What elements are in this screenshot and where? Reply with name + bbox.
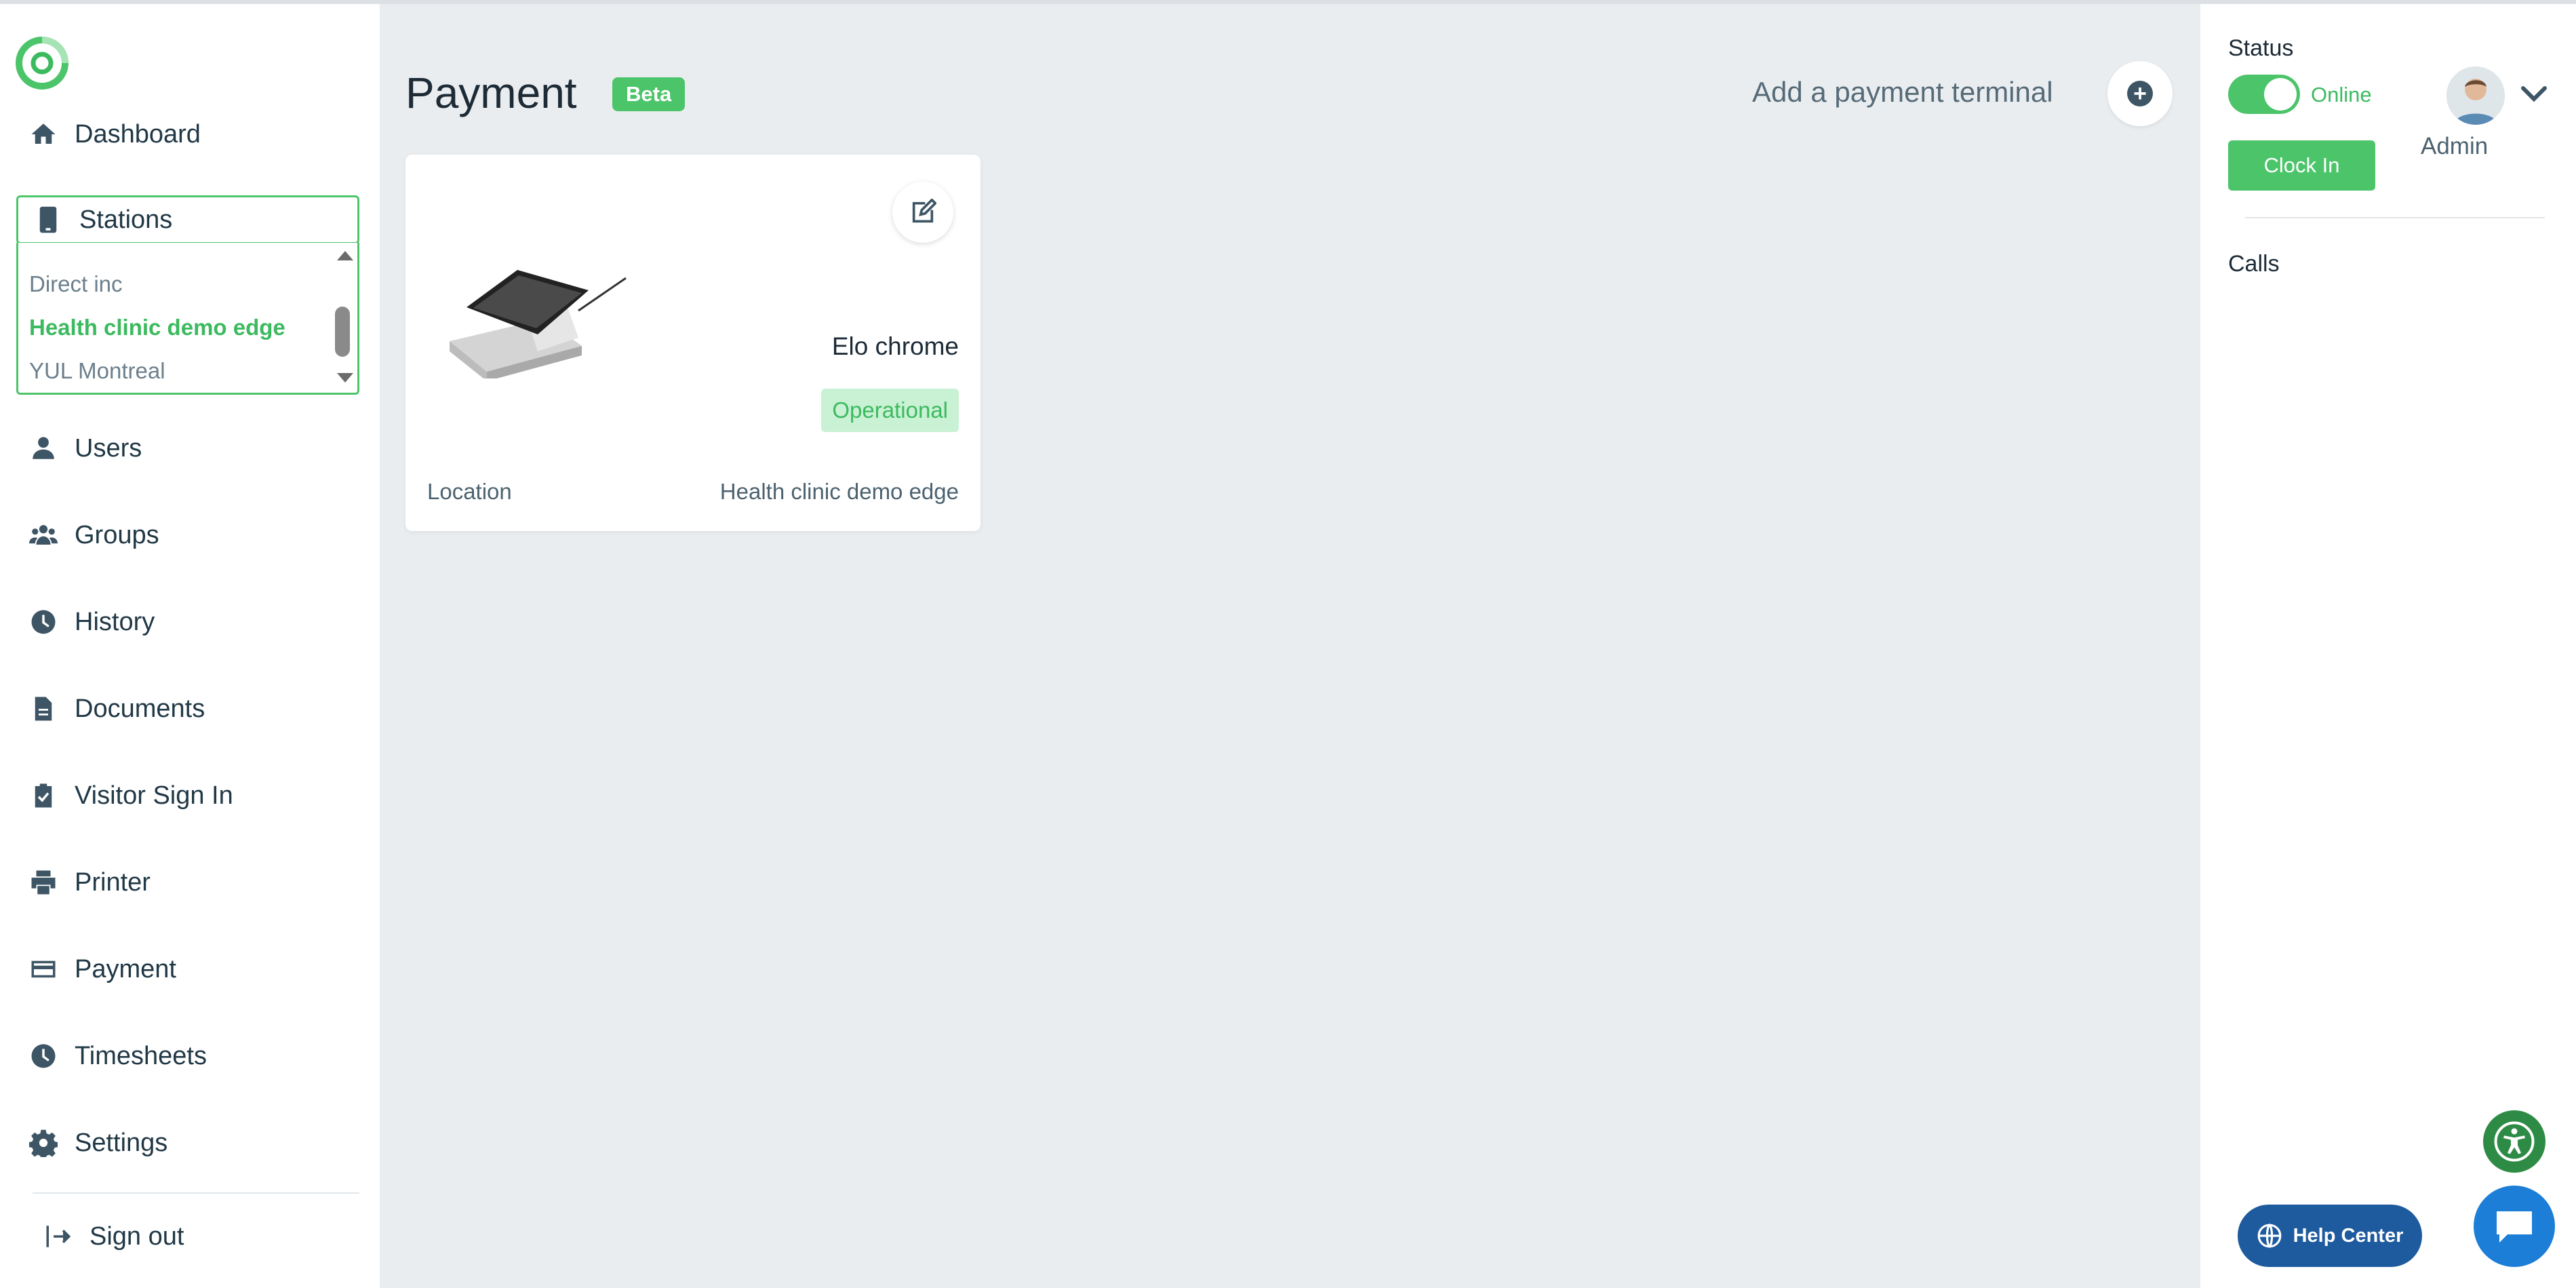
avatar-photo-icon xyxy=(2446,66,2505,125)
stations-label: Stations xyxy=(79,205,173,234)
stations-selector[interactable]: Stations xyxy=(16,195,359,244)
sidebar-item-history[interactable]: History xyxy=(27,598,155,646)
terminal-card[interactable]: Elo chrome Operational Location Health c… xyxy=(405,155,980,531)
user-role-label: Admin xyxy=(2421,133,2489,159)
station-option-selected[interactable]: Health clinic demo edge xyxy=(29,315,285,340)
sidebar-item-documents[interactable]: Documents xyxy=(27,685,205,733)
chevron-down-icon[interactable] xyxy=(2519,80,2549,107)
clipboard-check-icon xyxy=(27,779,60,812)
sign-out-label: Sign out xyxy=(90,1222,184,1251)
chat-bubble-icon xyxy=(2497,1211,2532,1243)
online-label: Online xyxy=(2311,83,2372,106)
app-logo-icon[interactable] xyxy=(15,36,69,90)
status-title: Status xyxy=(2228,35,2294,61)
sidebar-item-label: Dashboard xyxy=(75,119,201,149)
sidebar-item-label: Documents xyxy=(75,694,205,723)
gear-icon xyxy=(27,1127,60,1159)
credit-card-icon xyxy=(27,953,60,985)
stations-scrollbar[interactable] xyxy=(332,246,353,388)
sidebar-item-label: History xyxy=(75,607,155,636)
clock-icon xyxy=(27,606,60,638)
payment-terminal-image xyxy=(450,270,627,378)
add-terminal-label[interactable]: Add a payment terminal xyxy=(1752,76,2053,109)
toggle-knob xyxy=(2264,78,2297,111)
sidebar-item-payment[interactable]: Payment xyxy=(27,945,176,993)
sidebar-item-users[interactable]: Users xyxy=(27,425,142,472)
sign-out-icon xyxy=(42,1220,75,1253)
tablet-icon xyxy=(32,203,64,236)
beta-badge: Beta xyxy=(612,77,686,111)
terminal-status-badge: Operational xyxy=(821,389,959,432)
sidebar-item-printer[interactable]: Printer xyxy=(27,859,151,906)
sidebar-item-settings[interactable]: Settings xyxy=(27,1119,167,1167)
scroll-thumb[interactable] xyxy=(335,307,350,357)
online-toggle[interactable] xyxy=(2228,75,2300,114)
right-panel-divider xyxy=(2245,217,2545,218)
sidebar-item-label: Groups xyxy=(75,520,159,549)
user-icon xyxy=(27,432,60,465)
help-center-label: Help Center xyxy=(2293,1224,2404,1247)
station-option[interactable]: Direct inc xyxy=(29,271,123,297)
sidebar-item-label: Payment xyxy=(75,954,176,983)
sidebar-item-label: Users xyxy=(75,433,142,463)
location-label: Location xyxy=(427,479,512,504)
top-border xyxy=(0,0,2576,4)
add-terminal-button[interactable]: + xyxy=(2107,61,2173,126)
station-option-partial: ‾‾‾‾‾‾‾‾‾‾‾‾‾‾‾‾‾‾‾‾‾‾‾‾‾ xyxy=(29,243,216,254)
sidebar-divider xyxy=(33,1192,359,1194)
sidebar-item-groups[interactable]: Groups xyxy=(27,511,159,559)
page-title: Payment xyxy=(405,69,577,117)
sign-out-button[interactable]: Sign out xyxy=(42,1213,184,1260)
help-center-button[interactable]: Help Center xyxy=(2238,1205,2422,1267)
edit-icon xyxy=(912,199,936,223)
location-value: Health clinic demo edge xyxy=(719,479,959,504)
stations-dropdown-list[interactable]: ‾‾‾‾‾‾‾‾‾‾‾‾‾‾‾‾‾‾‾‾‾‾‾‾‾ Direct inc Hea… xyxy=(16,243,359,395)
document-icon xyxy=(27,692,60,725)
sidebar-item-label: Timesheets xyxy=(75,1041,207,1070)
home-icon xyxy=(27,118,60,151)
scroll-down-arrow-icon[interactable] xyxy=(337,373,353,383)
scroll-up-arrow-icon[interactable] xyxy=(337,251,353,260)
sidebar-item-timesheets[interactable]: Timesheets xyxy=(27,1032,207,1080)
avatar[interactable] xyxy=(2446,66,2505,125)
sidebar-item-label: Visitor Sign In xyxy=(75,781,233,810)
terminal-name: Elo chrome xyxy=(831,332,959,360)
chat-button[interactable] xyxy=(2474,1186,2555,1267)
calls-title: Calls xyxy=(2228,251,2280,277)
clock-icon xyxy=(27,1040,60,1072)
sidebar-item-dashboard[interactable]: Dashboard xyxy=(27,111,201,158)
sidebar-item-label: Settings xyxy=(75,1128,168,1157)
sidebar: Dashboard Stations ‾‾‾‾‾‾‾‾‾‾‾‾‾‾‾‾‾‾‾‾‾… xyxy=(0,4,380,1288)
clock-in-button[interactable]: Clock In xyxy=(2228,140,2375,191)
printer-icon xyxy=(27,866,60,899)
groups-icon xyxy=(27,519,60,551)
right-panel: Status Online Clock In Admin Calls xyxy=(2200,4,2576,1288)
accessibility-icon xyxy=(2494,1121,2535,1162)
station-option[interactable]: YUL Montreal xyxy=(29,358,165,384)
accessibility-button[interactable] xyxy=(2483,1110,2545,1173)
edit-terminal-button[interactable] xyxy=(892,182,953,243)
sidebar-item-label: Printer xyxy=(75,867,151,897)
globe-icon xyxy=(2257,1223,2282,1249)
sidebar-item-visitor-sign-in[interactable]: Visitor Sign In xyxy=(27,772,233,819)
plus-icon: + xyxy=(2127,81,2153,106)
